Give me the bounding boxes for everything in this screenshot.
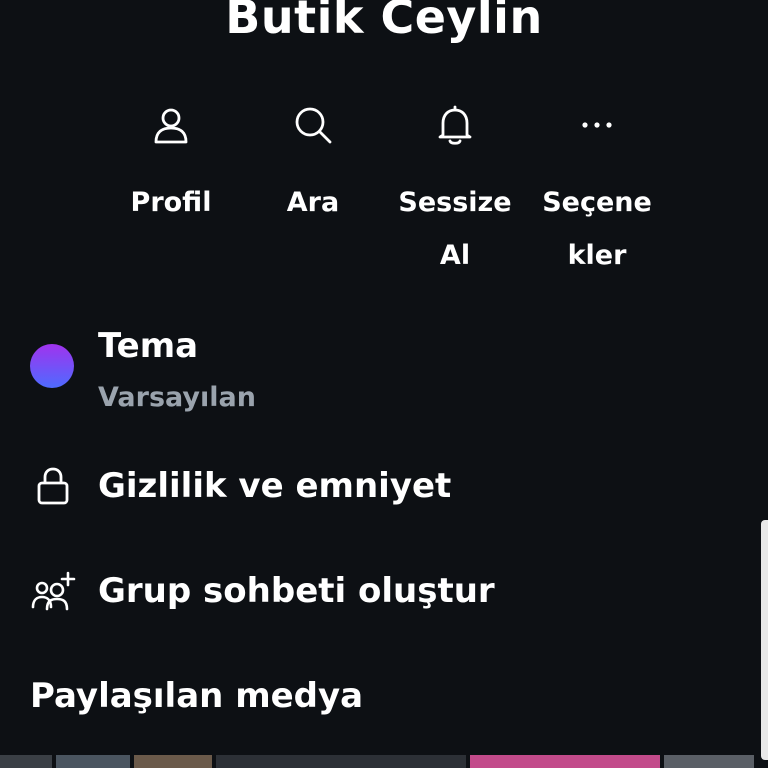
- search-icon: [286, 98, 340, 152]
- page-title: Butik Ceylin: [225, 0, 543, 44]
- privacy-menu-item[interactable]: Gizlilik ve emniyet: [30, 466, 451, 506]
- shared-media-heading[interactable]: Paylaşılan medya: [30, 676, 363, 716]
- theme-subtitle: Varsayılan: [98, 382, 256, 413]
- media-thumbnail[interactable]: [0, 755, 52, 768]
- action-bar: Profil Ara Sessize Al Seçene kler: [100, 98, 668, 282]
- theme-color-swatch: [30, 344, 74, 388]
- search-action-button[interactable]: Ara: [242, 98, 384, 282]
- shared-media-strip[interactable]: [0, 755, 768, 768]
- profile-action-label: Profil: [130, 187, 212, 218]
- media-thumbnail[interactable]: [56, 755, 130, 768]
- media-thumbnail[interactable]: [664, 755, 754, 768]
- chat-details-screen: Butik Ceylin Profil Ara Sessize Al Seçen…: [0, 0, 768, 768]
- theme-title: Tema: [98, 326, 199, 366]
- create-group-menu-item[interactable]: Grup sohbeti oluştur: [30, 570, 495, 612]
- options-action-button[interactable]: Seçene kler: [526, 98, 668, 282]
- scrollbar[interactable]: [761, 520, 768, 760]
- options-action-label: Seçene kler: [542, 187, 652, 271]
- theme-texts: Tema Varsayılan: [98, 322, 256, 422]
- media-thumbnail[interactable]: [134, 755, 212, 768]
- user-icon: [144, 98, 198, 152]
- mute-action-button[interactable]: Sessize Al: [384, 98, 526, 282]
- media-thumbnail[interactable]: [470, 755, 660, 768]
- privacy-label: Gizlilik ve emniyet: [98, 466, 452, 506]
- add-group-icon: [30, 570, 76, 612]
- mute-action-label: Sessize Al: [398, 187, 512, 271]
- more-icon: [570, 98, 624, 152]
- theme-menu-item[interactable]: Tema Varsayılan: [30, 322, 256, 422]
- profile-action-button[interactable]: Profil: [100, 98, 242, 282]
- media-thumbnail[interactable]: [216, 755, 466, 768]
- lock-icon: [30, 466, 76, 506]
- create-group-label: Grup sohbeti oluştur: [98, 571, 495, 611]
- search-action-label: Ara: [286, 187, 340, 218]
- bell-icon: [428, 98, 482, 152]
